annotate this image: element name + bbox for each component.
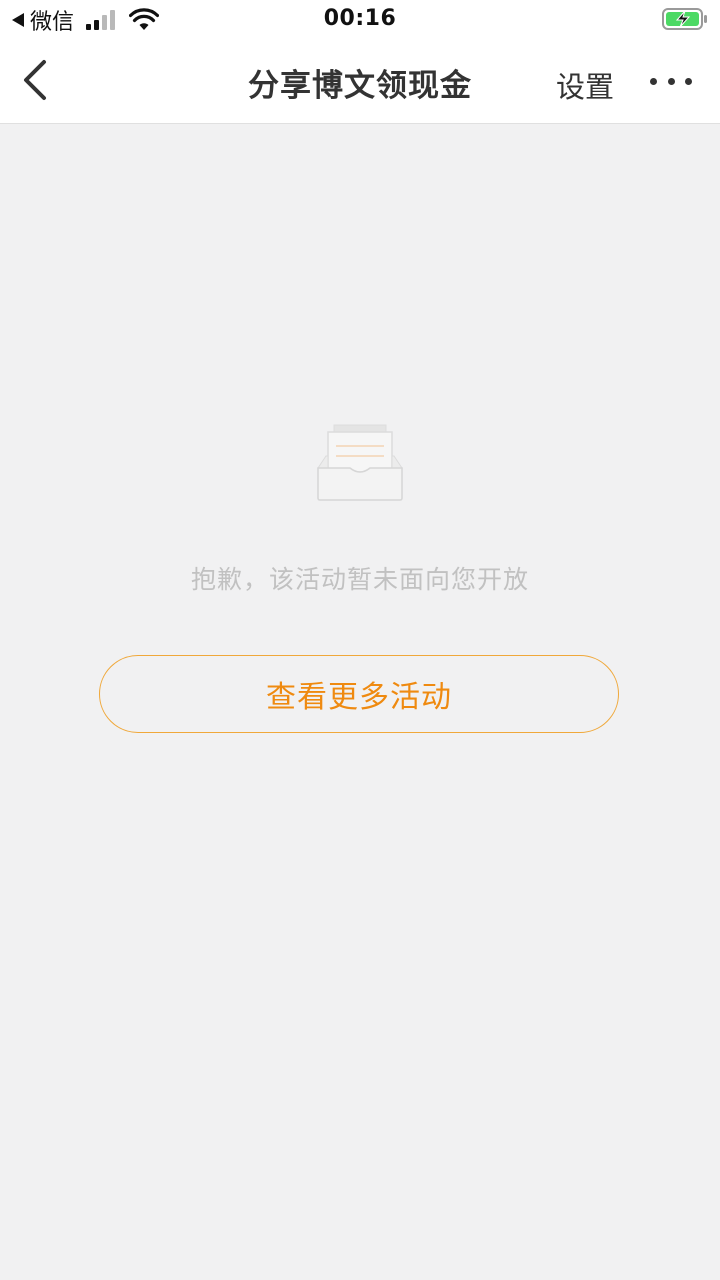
battery-charging-icon: [662, 8, 707, 30]
ellipsis-icon[interactable]: [650, 76, 692, 86]
empty-inbox-icon: [317, 424, 403, 501]
view-more-activities-button[interactable]: 查看更多活动: [99, 655, 619, 733]
settings-button[interactable]: 设置: [556, 64, 614, 106]
status-bar: 微信 00:16: [0, 0, 720, 40]
empty-state-message: 抱歉，该活动暂未面向您开放: [190, 565, 529, 594]
nav-bar: 分享博文领现金 设置: [0, 40, 720, 124]
status-time: 00:16: [323, 6, 397, 31]
